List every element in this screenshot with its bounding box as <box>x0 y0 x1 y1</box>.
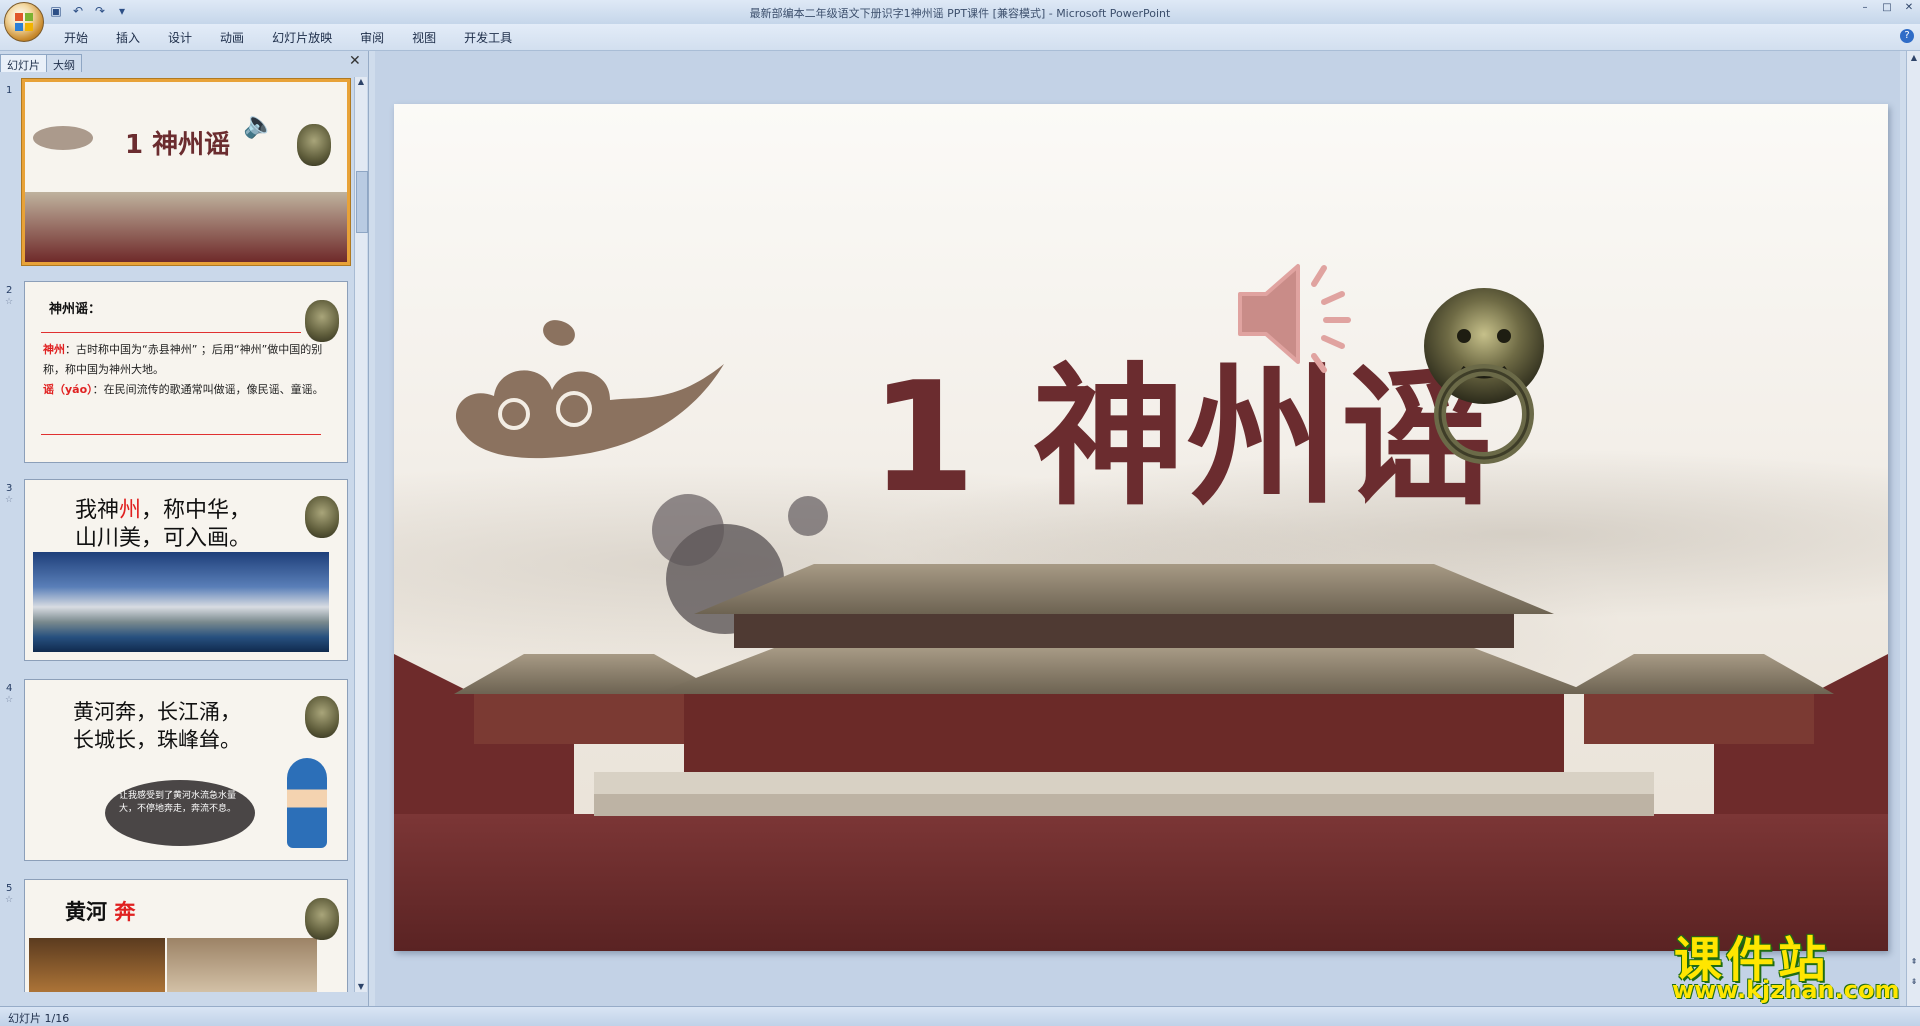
tab-slideshow[interactable]: 幻灯片放映 <box>258 29 346 46</box>
slide-number: 1 <box>6 85 13 96</box>
waterfall-image <box>29 938 165 992</box>
slide-title[interactable]: 1 神州谣 <box>870 314 1495 534</box>
slide-number: 2 <box>6 285 13 296</box>
scroll-down-icon[interactable]: ▼ <box>356 982 366 992</box>
scroll-up-icon[interactable]: ▲ <box>1909 53 1919 63</box>
slide-number: 4 <box>6 683 13 694</box>
speech-bubble: 让我感受到了黄河水流急水量大，不停地奔走，奔流不息。 <box>105 780 255 846</box>
minimize-button[interactable]: – <box>1854 0 1876 16</box>
animation-star-icon: ☆ <box>5 297 14 307</box>
definition-text: ：在民间流传的歌通常叫做谣，像民谣、童谣。 <box>92 383 324 396</box>
cartoon-soldier-image <box>287 758 327 848</box>
lion-knocker-icon <box>297 124 331 166</box>
slide-thumbnail-5[interactable]: 黄河 奔 <box>24 879 348 992</box>
tab-outline[interactable]: 大纲 <box>46 54 82 72</box>
auspicious-cloud-icon <box>455 320 724 459</box>
animation-star-icon: ☆ <box>5 695 14 705</box>
tab-animations[interactable]: 动画 <box>206 29 258 46</box>
poem-line: 山川美，可入画。 <box>75 526 252 551</box>
mountain-lake-image <box>33 552 329 652</box>
thumbnail-list: 1 1 神州谣 🔈 2 ☆ 神州谣： 神州：古时称中国为“赤县神州” ；后用“神… <box>0 77 352 992</box>
term-label: 神州 <box>43 343 65 356</box>
slide-number: 3 <box>6 483 13 494</box>
ink-blot <box>788 496 828 536</box>
lion-knocker-icon <box>305 496 339 538</box>
lion-knocker-icon <box>305 300 339 342</box>
close-pane-icon[interactable]: ✕ <box>349 53 361 69</box>
thumbnail-scrollbar[interactable]: ▲ ▼ <box>354 77 368 992</box>
window-title: 最新部编本二年级语文下册识字1神州谣 PPT课件 [兼容模式] - Micros… <box>749 7 1171 20</box>
tab-insert[interactable]: 插入 <box>102 29 154 46</box>
divider <box>41 434 321 435</box>
scroll-thumb[interactable] <box>356 171 368 233</box>
heading-text: 黄河 <box>65 900 107 924</box>
ribbon-tabs: 开始 插入 设计 动画 幻灯片放映 审阅 视图 开发工具 ? <box>0 24 1920 51</box>
cloud-icon <box>33 126 93 150</box>
tab-view[interactable]: 视图 <box>398 29 450 46</box>
thumb-heading: 神州谣： <box>49 302 102 317</box>
slide-counter: 幻灯片 1/16 <box>8 1012 70 1025</box>
workspace-scrollbar[interactable]: ▲ ⇞ ⇟ <box>1906 51 1920 1006</box>
watermark-url: www.kjzhan.com <box>1672 976 1900 1004</box>
term-label: 谣（yáo） <box>43 383 93 396</box>
waterfall-image <box>167 938 317 992</box>
scroll-up-icon[interactable]: ▲ <box>356 77 366 87</box>
lion-knocker-icon <box>305 696 339 738</box>
lion-knocker-icon <box>1424 288 1544 464</box>
site-watermark: 课件站 www.kjzhan.com <box>1660 920 1920 1010</box>
slides-pane: 幻灯片 大纲 ✕ 1 1 神州谣 🔈 2 ☆ 神州谣： 神州：古时称中国为“赤县… <box>0 51 369 1006</box>
help-icon[interactable]: ? <box>1900 29 1914 43</box>
tab-home[interactable]: 开始 <box>50 29 102 46</box>
definition-text: ：古时称中国为“赤县神州” ；后用“神州”做中国的别称，称中国为神州大地。 <box>43 343 323 376</box>
speaker-icon: 🔈 <box>243 110 276 140</box>
thumb-title: 1 神州谣 <box>125 130 231 160</box>
highlight-char: 奔 <box>114 900 136 924</box>
poem-line: 长城长，珠峰耸。 <box>73 728 241 752</box>
lion-knocker-icon <box>305 898 339 940</box>
tab-review[interactable]: 审阅 <box>346 29 398 46</box>
slide-number: 5 <box>6 883 13 894</box>
thumb-heading: 黄河 奔 <box>65 896 135 926</box>
tab-design[interactable]: 设计 <box>154 29 206 46</box>
tab-slides[interactable]: 幻灯片 <box>0 54 47 72</box>
slide-thumbnail-1[interactable]: 1 神州谣 🔈 <box>22 79 350 265</box>
status-bar: 幻灯片 1/16 <box>0 1006 1920 1026</box>
poem-line: 黄河奔，长江涌， <box>73 700 241 724</box>
office-button[interactable] <box>4 2 44 42</box>
tab-developer[interactable]: 开发工具 <box>450 29 526 46</box>
divider <box>41 332 301 333</box>
slide-thumbnail-3[interactable]: 我神州，称中华， 山川美，可入画。 <box>24 479 348 661</box>
slide-thumbnail-4[interactable]: 黄河奔，长江涌， 长城长，珠峰耸。 让我感受到了黄河水流急水量大，不停地奔走，奔… <box>24 679 348 861</box>
palace-image <box>394 564 1888 951</box>
close-button[interactable]: ✕ <box>1898 0 1920 16</box>
title-bar: ▣ ↶ ↷ ▾ 最新部编本二年级语文下册识字1神州谣 PPT课件 [兼容模式] … <box>0 0 1920 25</box>
animation-star-icon: ☆ <box>5 895 14 905</box>
maximize-button[interactable]: □ <box>1876 0 1898 16</box>
palace-image <box>25 192 347 262</box>
office-logo-icon <box>15 13 33 31</box>
speaker-icon[interactable] <box>1232 254 1362 374</box>
animation-star-icon: ☆ <box>5 495 14 505</box>
slide-canvas[interactable]: 1 神州谣 <box>394 104 1888 951</box>
slide-thumbnail-2[interactable]: 神州谣： 神州：古时称中国为“赤县神州” ；后用“神州”做中国的别称，称中国为神… <box>24 281 348 463</box>
